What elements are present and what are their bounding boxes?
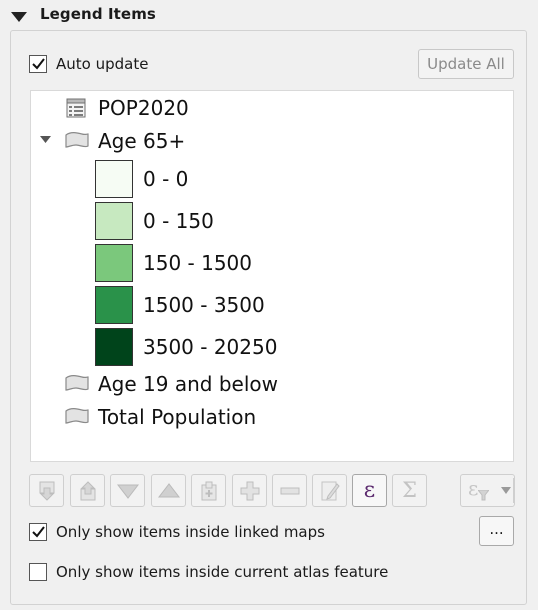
remove-item-button[interactable] xyxy=(272,474,307,507)
collapse-arrow-down-icon[interactable] xyxy=(11,12,27,22)
chevron-down-icon[interactable] xyxy=(501,487,511,494)
move-down-layer-button[interactable] xyxy=(29,474,64,507)
count-features-button[interactable]: Σ xyxy=(392,474,427,507)
epsilon-filter-icon: ε xyxy=(467,478,491,503)
auto-update-checkbox[interactable] xyxy=(29,55,47,73)
move-down-button[interactable] xyxy=(110,474,145,507)
sigma-icon: Σ xyxy=(402,478,417,502)
edit-item-button[interactable] xyxy=(312,474,347,507)
group-icon xyxy=(65,132,89,148)
triangle-down-icon xyxy=(116,484,139,499)
tree-item-label: Total Population xyxy=(98,405,257,429)
move-up-icon xyxy=(80,480,95,500)
move-up-layer-button[interactable] xyxy=(70,474,105,507)
class-label: 0 - 150 xyxy=(143,209,214,233)
auto-update-label[interactable]: Auto update xyxy=(56,55,148,73)
split-separator xyxy=(513,478,514,503)
group-icon xyxy=(65,375,89,391)
only-linked-maps-checkbox[interactable] xyxy=(29,523,47,541)
color-swatch xyxy=(95,244,133,282)
add-group-button[interactable] xyxy=(191,474,226,507)
section-title: Legend Items xyxy=(40,5,156,23)
class-label: 3500 - 20250 xyxy=(143,335,278,359)
triangle-up-icon xyxy=(157,482,180,497)
class-label: 0 - 0 xyxy=(143,167,189,191)
tree-item-label: Age 19 and below xyxy=(98,372,278,396)
class-label: 150 - 1500 xyxy=(143,251,253,275)
tree-item-label: Age 65+ xyxy=(98,129,186,153)
minus-icon xyxy=(280,487,299,494)
legend-items-header[interactable]: Legend Items xyxy=(0,0,538,30)
update-all-button[interactable]: Update All xyxy=(418,49,514,79)
color-swatch xyxy=(95,202,133,240)
color-swatch xyxy=(95,160,133,198)
epsilon-icon: ε xyxy=(363,477,376,503)
checkmark-icon xyxy=(31,526,45,538)
only-linked-maps-label[interactable]: Only show items inside linked maps xyxy=(56,523,325,541)
add-item-button[interactable] xyxy=(232,474,267,507)
plus-icon xyxy=(240,481,259,500)
checkmark-icon xyxy=(31,58,45,70)
class-label: 1500 - 3500 xyxy=(143,293,265,317)
only-atlas-feature-checkbox[interactable] xyxy=(29,563,47,581)
linked-maps-button[interactable]: ... xyxy=(479,516,514,546)
color-swatch xyxy=(95,328,133,366)
tree-item-label: POP2020 xyxy=(98,96,189,120)
legend-tree[interactable]: POP2020 Age 65+ 0 - 0 0 - 150 150 - 1500… xyxy=(30,90,514,462)
move-down-icon xyxy=(39,481,54,501)
move-up-button[interactable] xyxy=(151,474,186,507)
expand-arrow-down-icon[interactable] xyxy=(40,136,51,143)
filter-icon xyxy=(478,489,489,500)
pencil-icon xyxy=(321,481,340,500)
expression-button[interactable]: ε xyxy=(352,474,387,507)
only-atlas-feature-label[interactable]: Only show items inside current atlas fea… xyxy=(56,563,388,581)
group-icon xyxy=(65,408,89,424)
table-icon xyxy=(66,98,86,118)
add-group-icon xyxy=(201,481,216,500)
color-swatch xyxy=(95,286,133,324)
filter-expression-button[interactable]: ε xyxy=(460,474,515,507)
